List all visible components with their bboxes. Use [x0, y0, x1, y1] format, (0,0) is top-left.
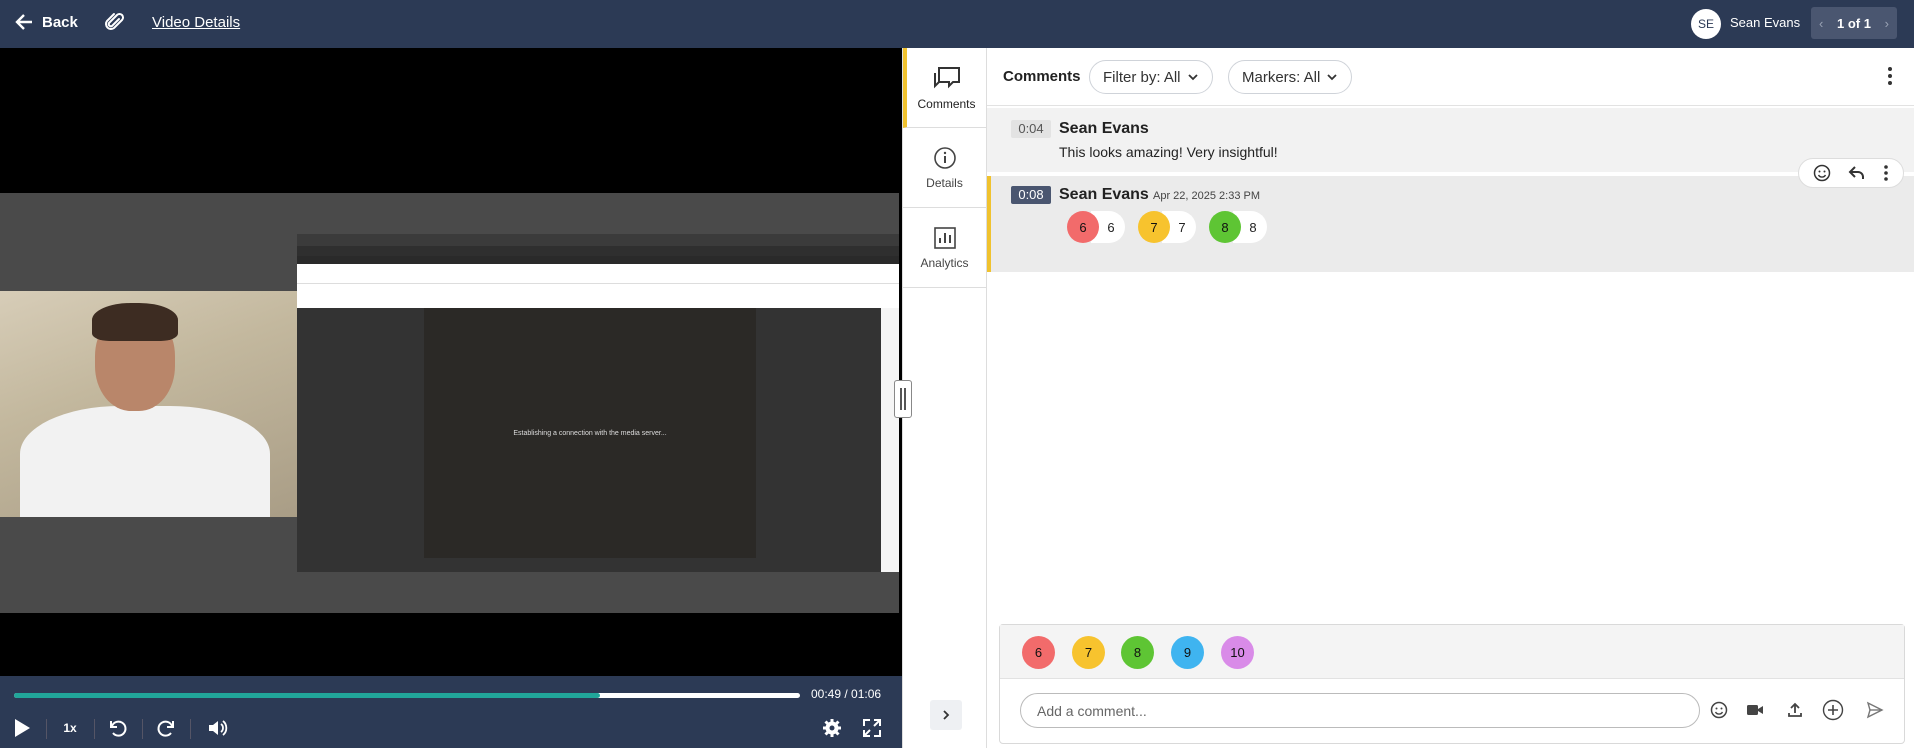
marker-10[interactable]: 10 [1221, 636, 1254, 669]
top-bar: Back Video Details SE Sean Evans ‹ 1 of … [0, 0, 1914, 48]
info-icon [933, 146, 956, 169]
user-name[interactable]: Sean Evans [1730, 15, 1800, 30]
analytics-icon [933, 226, 956, 249]
marker-8[interactable]: 8 [1121, 636, 1154, 669]
add-button[interactable] [1820, 697, 1846, 723]
upload-icon [1788, 702, 1802, 717]
more-options-icon[interactable] [1887, 66, 1893, 86]
tab-analytics[interactable]: Analytics [903, 208, 986, 288]
progress-fill [14, 693, 600, 698]
panel-header: Comments Filter by: All Markers: All [987, 48, 1914, 106]
chevron-right-icon[interactable]: › [1885, 16, 1889, 31]
volume-icon [209, 720, 228, 736]
progress-bar[interactable] [14, 693, 800, 698]
pager: ‹ 1 of 1 › [1811, 7, 1897, 39]
marker-7[interactable]: 7 [1072, 636, 1105, 669]
rewind-icon [110, 720, 127, 737]
tab-analytics-label: Analytics [920, 255, 969, 270]
video-record-button[interactable] [1742, 697, 1768, 723]
markers-label: Markers: All [1242, 68, 1321, 86]
comment-timestamp[interactable]: 0:04 [1011, 120, 1051, 138]
resize-handle[interactable] [894, 380, 912, 418]
rewind-button[interactable] [106, 716, 130, 740]
paperclip-icon[interactable] [104, 12, 126, 34]
tab-details-label: Details [926, 175, 963, 190]
send-button[interactable] [1862, 697, 1888, 723]
forward-icon [157, 720, 174, 737]
panel-title: Comments [1003, 68, 1081, 85]
marker-badge: 6 6 [1067, 211, 1125, 243]
play-icon [15, 719, 30, 737]
chevron-right-icon [943, 710, 950, 720]
webcam-feed [0, 291, 297, 517]
avatar[interactable]: SE [1691, 9, 1721, 39]
reply-icon[interactable] [1848, 164, 1866, 182]
comment-author: Sean Evans [1059, 186, 1149, 203]
marker-picker: 6 7 8 9 10 [1000, 625, 1904, 679]
comments-panel: Comments Filter by: All Markers: All 0:0… [987, 48, 1914, 748]
arrow-left-icon [15, 14, 32, 30]
comment-composer: 6 7 8 9 10 [999, 624, 1905, 744]
upload-button[interactable] [1782, 697, 1808, 723]
more-options-icon[interactable] [1883, 164, 1889, 182]
forward-button[interactable] [154, 716, 178, 740]
chevron-down-icon [1327, 74, 1337, 81]
comments-icon [933, 66, 960, 88]
emoji-icon[interactable] [1813, 164, 1831, 182]
comment-item-selected[interactable]: 0:08 Sean Evans Apr 22, 2025 2:33 PM 6 6… [987, 176, 1914, 272]
marker-badge: 7 7 [1138, 211, 1196, 243]
screen-share-feed: Establishing a connection with the media… [297, 234, 899, 572]
time-display: 00:49 / 01:06 [811, 687, 882, 701]
emoji-icon [1710, 701, 1728, 719]
video-player[interactable]: Establishing a connection with the media… [0, 48, 902, 676]
comment-timestamp[interactable]: 0:08 [1011, 186, 1051, 204]
comment-actions [1798, 158, 1904, 188]
settings-button[interactable] [820, 716, 844, 740]
play-button[interactable] [12, 716, 32, 740]
chevron-down-icon [1187, 74, 1198, 81]
comment-input[interactable] [1020, 693, 1700, 728]
expand-icon [863, 719, 881, 737]
expand-panel-button[interactable] [930, 700, 962, 730]
tab-details[interactable]: Details [903, 128, 986, 208]
fullscreen-button[interactable] [860, 716, 884, 740]
speed-button[interactable]: 1x [58, 716, 82, 740]
marker-circle: 6 [1067, 211, 1099, 243]
marker-circle: 7 [1138, 211, 1170, 243]
volume-button[interactable] [206, 716, 230, 740]
page-title[interactable]: Video Details [152, 14, 240, 31]
emoji-button[interactable] [1706, 697, 1732, 723]
comment-author: Sean Evans [1059, 120, 1149, 137]
filter-dropdown[interactable]: Filter by: All [1089, 60, 1213, 94]
pager-label: 1 of 1 [1837, 15, 1871, 31]
marker-6[interactable]: 6 [1022, 636, 1055, 669]
chevron-left-icon[interactable]: ‹ [1819, 16, 1823, 31]
side-rail: Comments Details Analytics [902, 48, 987, 748]
filter-label: Filter by: All [1103, 68, 1181, 86]
tab-comments-label: Comments [917, 96, 976, 111]
comment-date: Apr 22, 2025 2:33 PM [1153, 190, 1261, 202]
gear-icon [823, 719, 841, 737]
send-icon [1866, 701, 1884, 719]
comment-item[interactable]: 0:04 Sean Evans This looks amazing! Very… [987, 108, 1914, 172]
plus-circle-icon [1822, 699, 1844, 721]
tab-comments[interactable]: Comments [903, 48, 986, 128]
marker-badge: 8 8 [1209, 211, 1267, 243]
back-button[interactable]: Back [14, 12, 78, 32]
markers-dropdown[interactable]: Markers: All [1228, 60, 1353, 94]
video-controls: 00:49 / 01:06 1x [0, 676, 902, 748]
video-camera-icon [1747, 705, 1763, 715]
video-frame: Establishing a connection with the media… [0, 193, 899, 613]
comment-text: This looks amazing! Very insightful! [1059, 144, 1278, 160]
marker-circle: 8 [1209, 211, 1241, 243]
screen-message: Establishing a connection with the media… [513, 429, 667, 437]
marker-9[interactable]: 9 [1171, 636, 1204, 669]
back-label: Back [42, 13, 78, 31]
